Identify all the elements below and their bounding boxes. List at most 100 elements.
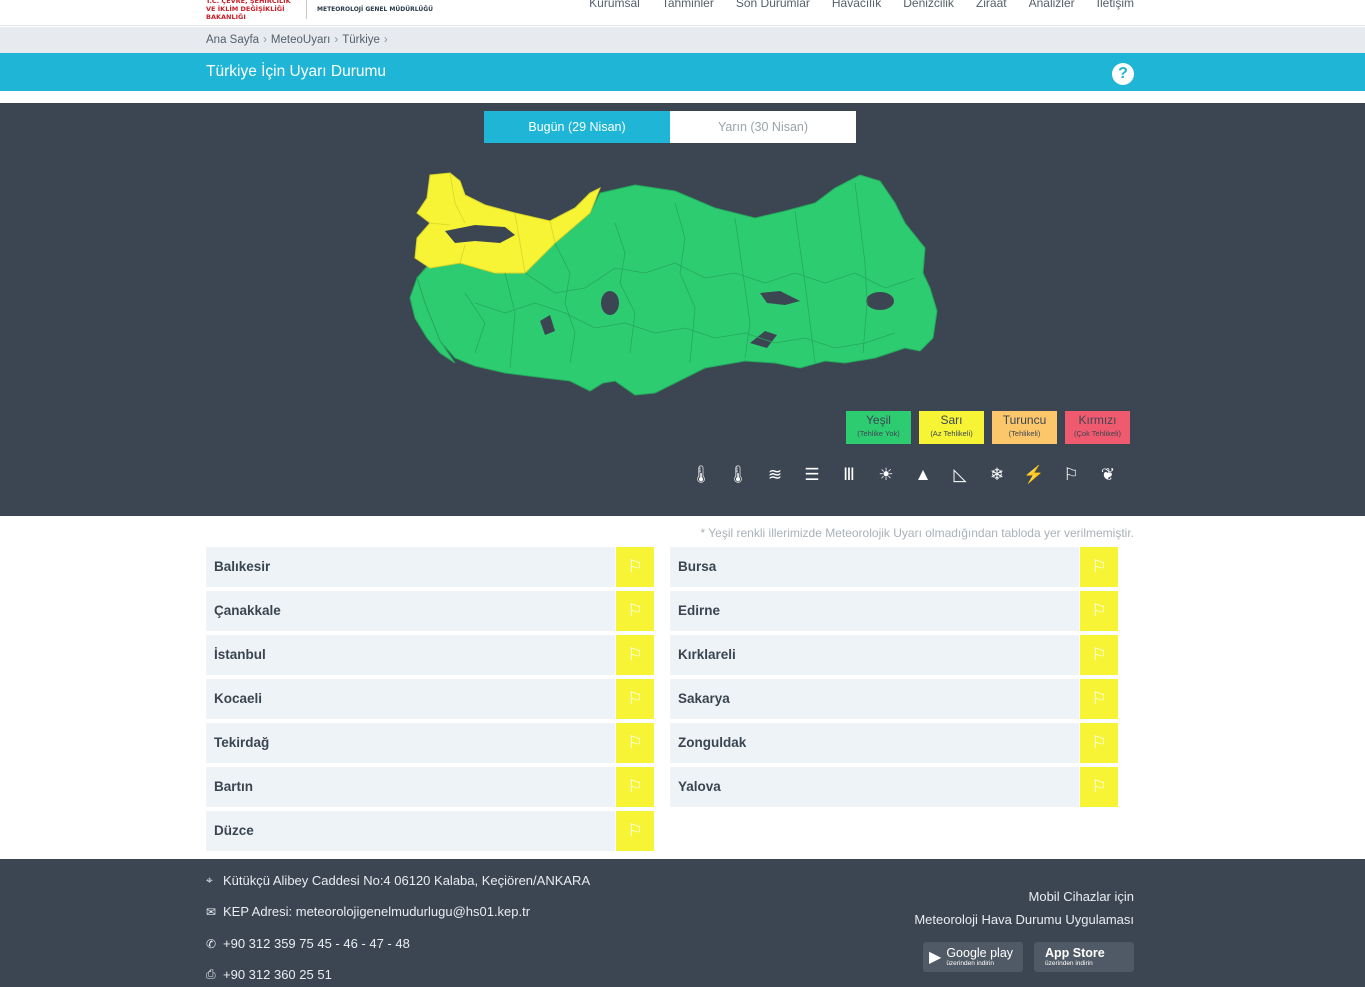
windsock-icon[interactable]: ⚐ xyxy=(615,635,654,675)
legend-turuncu: Turuncu (Tehlikeli) xyxy=(992,411,1057,444)
legend-desc: (Tehlikeli) xyxy=(1008,429,1041,438)
province-name: Kocaeli xyxy=(214,691,263,706)
windsock-icon[interactable]: ⚐ xyxy=(615,811,654,851)
province-name: Tekirdağ xyxy=(214,735,270,750)
google-play-button[interactable]: ▶ Google play üzerinden indirin xyxy=(923,942,1023,972)
nav-kurumsal[interactable]: Kurumsal xyxy=(589,0,640,12)
map-pin-icon: ⌖ xyxy=(206,873,213,887)
nav-iletisim[interactable]: İletişim xyxy=(1097,0,1134,12)
windsock-icon[interactable]: ⚐ xyxy=(615,547,654,587)
province-name: Sakarya xyxy=(678,691,730,706)
nav-havacilik[interactable]: Havacılık xyxy=(832,0,881,12)
breadcrumb-home[interactable]: Ana Sayfa xyxy=(206,34,259,46)
table-row[interactable]: Bursa ⚐ xyxy=(670,547,1118,587)
legend-kirmizi: Kırmızı (Çok Tehlikeli) xyxy=(1065,411,1130,444)
thunderstorm-icon[interactable]: ⚡ xyxy=(1021,462,1047,488)
fog-icon[interactable]: ≋ xyxy=(762,462,788,488)
table-row[interactable]: İstanbul ⚐ xyxy=(206,635,654,675)
breadcrumb-separator: › xyxy=(383,34,388,46)
dust-icon[interactable]: ☰ xyxy=(799,462,825,488)
table-row[interactable]: Düzce ⚐ xyxy=(206,811,654,851)
table-row[interactable]: Tekirdağ ⚐ xyxy=(206,723,654,763)
legend-name: Kırmızı xyxy=(1078,413,1117,427)
province-name: Kırklareli xyxy=(678,647,736,662)
breadcrumb-bar: Ana Sayfa › MeteoUyarı › Türkiye › xyxy=(0,27,1365,53)
table-row[interactable]: Yalova ⚐ xyxy=(670,767,1118,807)
phone-text[interactable]: +90 312 359 75 45 - 46 - 47 - 48 xyxy=(223,936,410,951)
table-row[interactable]: Kırklareli ⚐ xyxy=(670,635,1118,675)
table-row[interactable]: Kocaeli ⚐ xyxy=(206,679,654,719)
rain-icon[interactable]: ❦ xyxy=(1095,462,1121,488)
windsock-icon[interactable]: ⚐ xyxy=(615,679,654,719)
kep-text[interactable]: KEP Adresi: meteorolojigenelmudurlugu@hs… xyxy=(223,904,530,919)
day-tabs: Bugün (29 Nisan) Yarın (30 Nisan) xyxy=(484,111,856,143)
address-text: Kütükçü Alibey Caddesi No:4 06120 Kalaba… xyxy=(223,873,591,888)
footer: ⌖ Kütükçü Alibey Caddesi No:4 06120 Kala… xyxy=(0,859,1365,987)
footer-kep: ✉ KEP Adresi: meteorolojigenelmudurlugu@… xyxy=(206,904,530,919)
footer-fax: ⎙ +90 312 360 25 51 xyxy=(206,967,332,982)
footer-phone: ✆ +90 312 359 75 45 - 46 - 47 - 48 xyxy=(206,936,410,951)
nav-denizcilik[interactable]: Denizcilik xyxy=(903,0,954,12)
mobile-apps-heading: Mobil Cihazlar için xyxy=(1028,889,1134,904)
legend-name: Turuncu xyxy=(1002,413,1047,427)
map-panel: Bugün (29 Nisan) Yarın (30 Nisan) Yeşil … xyxy=(0,103,1365,516)
google-play-icon: ▶ xyxy=(929,949,942,966)
nav-son-durumlar[interactable]: Son Durumlar xyxy=(736,0,810,12)
windsock-icon[interactable]: ⚐ xyxy=(1058,462,1084,488)
windsock-icon[interactable]: ⚐ xyxy=(615,591,654,631)
legend-yesil: Yeşil (Tehlike Yok) xyxy=(846,411,911,444)
breadcrumb-meteouyari[interactable]: MeteoUyarı xyxy=(271,34,330,46)
legend-desc: (Tehlike Yok) xyxy=(857,429,900,438)
page-title: Türkiye İçin Uyarı Durumu xyxy=(206,63,387,80)
app-store-label: App Store xyxy=(1045,945,1105,960)
windsock-icon[interactable]: ⚐ xyxy=(615,723,654,763)
agricultural-frost-icon[interactable]: ◺ xyxy=(947,462,973,488)
wind-icon[interactable]: Ⅲ xyxy=(836,462,862,488)
nav-analizler[interactable]: Analizler xyxy=(1029,0,1075,12)
windsock-icon[interactable]: ⚐ xyxy=(1079,547,1118,587)
fax-text: +90 312 360 25 51 xyxy=(223,967,332,982)
nav-tahminler[interactable]: Tahminler xyxy=(662,0,714,12)
app-store-sublabel: üzerinden indirin xyxy=(1045,959,1093,967)
snow-melt-icon[interactable]: ☀ xyxy=(873,462,899,488)
avalanche-icon[interactable]: ▲ xyxy=(910,462,936,488)
ministry-logo-text: T.C. ÇEVRE, ŞEHİRCİLİK VE İKLİM DEĞİŞİKL… xyxy=(206,0,291,21)
title-bar: Türkiye İçin Uyarı Durumu ? xyxy=(0,53,1365,91)
logo[interactable]: T.C. ÇEVRE, ŞEHİRCİLİK VE İKLİM DEĞİŞİKL… xyxy=(206,0,433,22)
mgm-logo-text: METEOROLOJİ GENEL MÜDÜRLÜĞÜ xyxy=(317,5,433,13)
tab-today[interactable]: Bugün (29 Nisan) xyxy=(484,111,670,143)
question-circle-icon[interactable]: ? xyxy=(1112,63,1134,85)
province-name: İstanbul xyxy=(214,647,266,662)
table-row[interactable]: Sakarya ⚐ xyxy=(670,679,1118,719)
province-name: Yalova xyxy=(678,779,721,794)
windsock-icon[interactable]: ⚐ xyxy=(1079,767,1118,807)
windsock-icon[interactable]: ⚐ xyxy=(1079,679,1118,719)
hot-icon[interactable]: 🌡 xyxy=(725,462,751,488)
table-row[interactable]: Zonguldak ⚐ xyxy=(670,723,1118,763)
windsock-icon[interactable]: ⚐ xyxy=(1079,723,1118,763)
cold-icon[interactable]: 🌡 xyxy=(688,462,714,488)
table-row[interactable]: Bartın ⚐ xyxy=(206,767,654,807)
province-name: Çanakkale xyxy=(214,603,281,618)
phone-icon: ✆ xyxy=(206,936,217,951)
windsock-icon[interactable]: ⚐ xyxy=(1079,635,1118,675)
legend-name: Yeşil xyxy=(866,413,891,427)
breadcrumb: Ana Sayfa › MeteoUyarı › Türkiye › xyxy=(206,34,388,46)
breadcrumb-turkiye[interactable]: Türkiye xyxy=(342,34,380,46)
hazard-icon-bar: 🌡 🌡 ≋ ☰ Ⅲ ☀ ▲ ◺ ❄ ⚡ ⚐ ❦ xyxy=(688,462,1121,488)
warning-list-left: Balıkesir ⚐ Çanakkale ⚐ İstanbul ⚐ Kocaeli ⚐… xyxy=(206,547,654,855)
table-row[interactable]: Edirne ⚐ xyxy=(670,591,1118,631)
nav-ziraat[interactable]: Ziraat xyxy=(976,0,1007,12)
windsock-icon[interactable]: ⚐ xyxy=(1079,591,1118,631)
windsock-icon[interactable]: ⚐ xyxy=(615,767,654,807)
snowflake-icon[interactable]: ❄ xyxy=(984,462,1010,488)
turkey-warning-map[interactable] xyxy=(405,163,945,418)
table-row[interactable]: Çanakkale ⚐ xyxy=(206,591,654,631)
map-lake-tuz xyxy=(601,291,619,315)
app-store-button[interactable]: App Store üzerinden indirin xyxy=(1034,942,1134,972)
table-row[interactable]: Balıkesir ⚐ xyxy=(206,547,654,587)
province-name: Zonguldak xyxy=(678,735,747,750)
tab-tomorrow[interactable]: Yarın (30 Nisan) xyxy=(670,111,856,143)
province-name: Bartın xyxy=(214,779,254,794)
main-nav: Kurumsal Tahminler Son Durumlar Havacılı… xyxy=(589,0,1134,12)
